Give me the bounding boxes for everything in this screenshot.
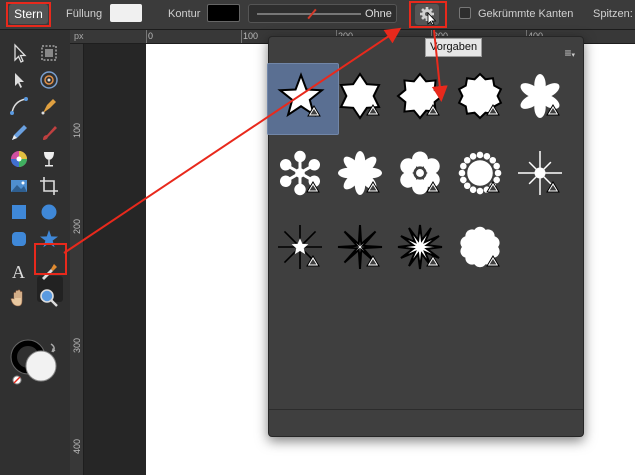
preset-cloud-flower[interactable] — [447, 214, 519, 286]
corner-tool-icon[interactable] — [8, 95, 30, 117]
ruler-top-label: 100 — [243, 31, 259, 41]
svg-text:A: A — [12, 262, 25, 282]
color-well[interactable] — [8, 336, 64, 388]
ruler-left-label: 200 — [72, 218, 82, 234]
stroke-width-value: Ohne — [365, 8, 392, 20]
vertical-ruler: 100 200 300 400 — [70, 44, 84, 475]
text-tool-icon[interactable]: A — [8, 260, 30, 282]
shape-badge-icon — [546, 181, 560, 193]
star-presets-popup: ≡▾ — [267, 36, 584, 437]
color-wheel-tool-icon[interactable] — [8, 148, 30, 170]
ruler-left-label: 400 — [72, 438, 82, 454]
presets-button[interactable] — [415, 4, 439, 26]
shape-badge-icon — [306, 255, 320, 267]
stroke-label: Kontur — [168, 8, 201, 20]
hand-tool-icon[interactable] — [8, 287, 30, 309]
fill-label: Füllung — [66, 8, 103, 20]
gradient-tool-icon[interactable] — [38, 69, 60, 91]
move-tool-icon[interactable] — [8, 42, 30, 64]
pen-tool-icon[interactable] — [38, 95, 60, 117]
gear-icon — [420, 7, 437, 26]
ruler-unit: px — [74, 31, 84, 41]
stroke-swatch[interactable] — [207, 4, 240, 22]
artboard-tool-icon[interactable] — [38, 42, 60, 64]
stroke-width-slider[interactable]: Ohne — [248, 4, 397, 23]
pencil-tool-icon[interactable] — [8, 122, 30, 144]
fill-swatch[interactable] — [110, 4, 142, 22]
zoom-tool-icon[interactable] — [38, 287, 60, 309]
cloud-flower-icon — [460, 226, 500, 268]
star-tool-icon[interactable] — [38, 228, 60, 250]
presets-tooltip: Vorgaben — [425, 38, 483, 57]
ruler-tick — [146, 30, 147, 43]
color-picker-tool-icon[interactable] — [38, 260, 60, 282]
context-toolbar: Stern Füllung Kontur Ohne Gekrümmte Kant… — [0, 0, 635, 30]
crop-tool-icon[interactable] — [38, 175, 60, 197]
preset-asterisk-6-petals[interactable] — [507, 63, 579, 135]
popup-menu-icon[interactable]: ≡▾ — [564, 46, 575, 60]
ruler-tick — [241, 30, 242, 43]
preset-spoke-burst[interactable] — [507, 140, 579, 212]
transparency-tool-icon[interactable] — [38, 148, 60, 170]
points-label: Spitzen: — [593, 8, 633, 20]
popup-footer-divider — [269, 409, 583, 410]
curved-edges-checkbox[interactable] — [459, 7, 471, 19]
shape-type-button[interactable]: Stern — [9, 4, 48, 24]
ruler-top-label: 0 — [148, 31, 154, 41]
spoke-burst-icon — [518, 151, 562, 195]
brush-tool-icon[interactable] — [38, 122, 60, 144]
rounded-rectangle-tool-icon[interactable] — [8, 228, 30, 250]
tools-panel: A — [0, 30, 70, 475]
rectangle-tool-icon[interactable] — [8, 201, 30, 223]
ruler-left-label: 100 — [72, 122, 82, 138]
curved-edges-label: Gekrümmte Kanten — [478, 8, 574, 20]
ellipse-tool-icon[interactable] — [38, 201, 60, 223]
pasteboard — [84, 44, 146, 475]
node-tool-icon[interactable] — [8, 69, 30, 91]
place-image-tool-icon[interactable] — [8, 175, 30, 197]
ruler-left-label: 300 — [72, 337, 82, 353]
asterisk-6-petals-icon — [520, 74, 560, 118]
